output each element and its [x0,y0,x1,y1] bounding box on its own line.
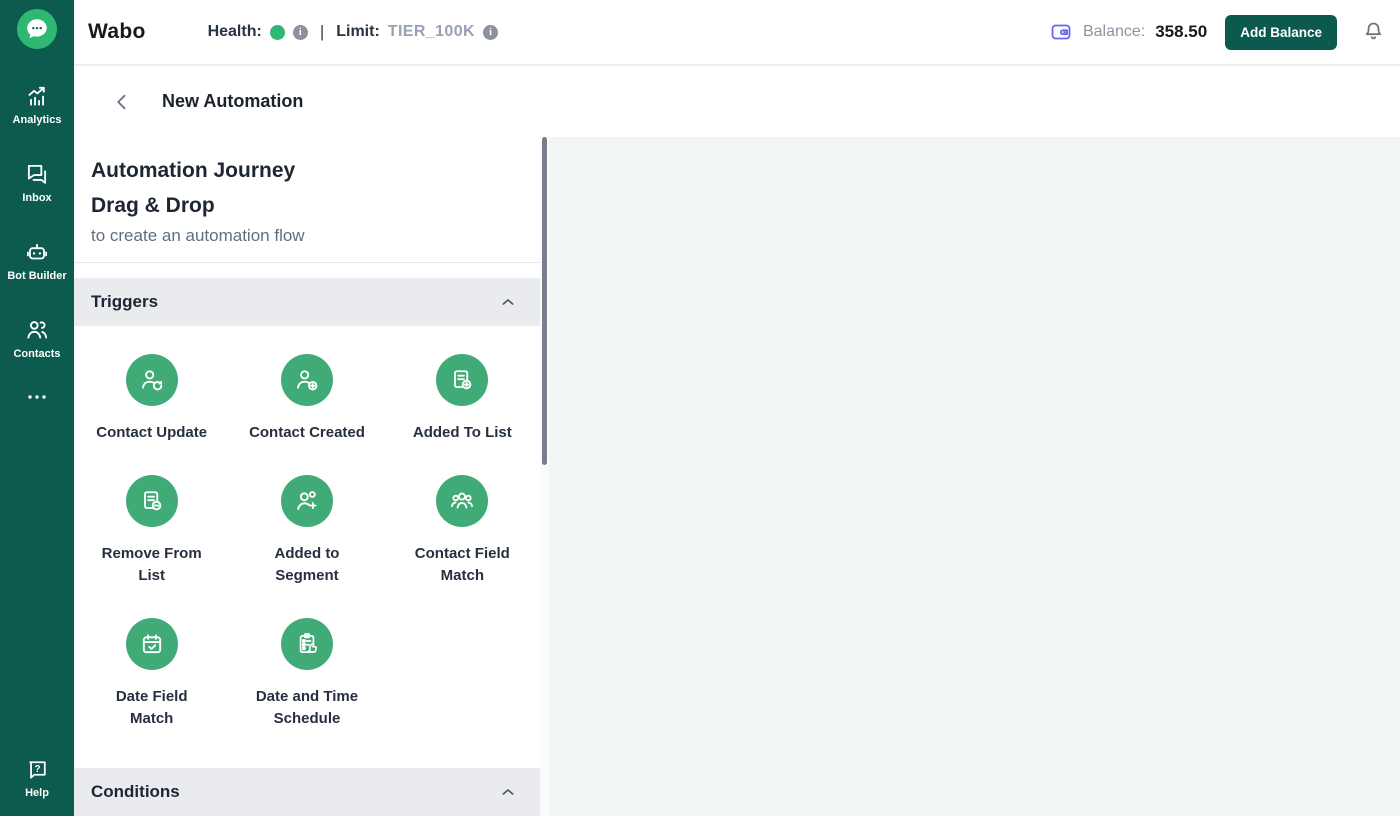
chevron-up-icon [502,789,514,795]
date-field-match-icon [125,618,178,670]
notifications-button[interactable] [1361,17,1386,47]
panel-subtitle: to create an automation flow [91,226,305,245]
panel-divider [74,262,540,263]
svg-text:?: ? [34,764,40,775]
balance-label: Balance: [1082,23,1146,40]
panel-scrollbar-track[interactable] [540,137,549,816]
added-to-segment-icon [280,475,333,527]
triggers-grid: Contact Update Contact Created Added To … [74,326,540,730]
chevron-up-icon [502,299,514,305]
separator: | [319,22,325,41]
sidebar-item-bot-builder[interactable]: Bot Builder [2,239,72,283]
trigger-item-remove-from-list[interactable]: Remove From List [74,475,229,587]
sidebar-item-label: Bot Builder [7,270,67,282]
more-dots-icon [28,395,46,399]
sidebar-item-inbox[interactable]: Inbox [2,161,72,205]
page-title: New Automation [162,91,304,111]
date-time-schedule-icon [280,618,333,670]
sidebar-item-label: Contacts [13,348,61,360]
bot-builder-icon [26,243,48,260]
automation-elements-panel: Automation Journey Drag & Drop to create… [74,137,540,816]
panel-heading: Automation Journey Drag & Drop to create… [74,137,540,262]
limit-label: Limit: [336,23,380,40]
section-header-conditions[interactable]: Conditions [74,768,540,816]
add-balance-button[interactable]: Add Balance [1225,14,1337,50]
header-right-group: Balance: 358.50 Add Balance [1049,14,1386,50]
section-header-triggers[interactable]: Triggers [74,278,540,326]
sidebar-item-label: Inbox [22,192,52,204]
section-label: Triggers [91,292,159,311]
trigger-item-date-field-match[interactable]: Date Field Match [74,618,229,730]
trigger-item-added-to-list[interactable]: Added To List [385,354,540,444]
trigger-item-label: Contact Update [96,424,208,441]
app-root: Analytics Inbox Bot Builder Contacts ? H… [0,0,1400,816]
trigger-item-date-time-schedule[interactable]: Date and Time Schedule [229,618,384,730]
panel-title-line2: Drag & Drop [91,194,215,217]
page-subheader: New Automation [74,66,1400,137]
help-icon: ? [28,761,46,779]
trigger-item-label: Added to Segment [274,545,340,584]
limit-value: TIER_100K [387,23,475,40]
trigger-item-contact-field-match[interactable]: Contact Field Match [385,475,540,587]
health-info-icon[interactable]: i [292,24,308,40]
sidebar: Analytics Inbox Bot Builder Contacts ? H… [0,0,74,816]
trigger-item-label: Date Field Match [115,688,188,727]
panel-scrollbar-thumb[interactable] [542,137,547,465]
added-to-list-icon [436,354,489,406]
contact-field-match-icon [436,475,489,527]
top-header: Wabo Health: i | Limit: TIER_100K i Bala… [74,0,1400,66]
bell-icon [1365,22,1382,40]
sidebar-item-contacts[interactable]: Contacts [2,317,72,361]
trigger-item-label: Contact Created [249,424,365,441]
brand-title: Wabo [88,20,146,43]
analytics-icon [28,86,45,106]
wallet-icon [1051,24,1071,40]
automation-flow-canvas[interactable] [549,137,1400,816]
section-label: Conditions [91,782,180,801]
sidebar-item-help[interactable]: ? Help [2,757,72,800]
sidebar-more-button[interactable] [25,391,49,403]
panel-title-line1: Automation Journey [91,159,296,182]
health-limit-group: Health: i | Limit: TIER_100K i [208,22,498,42]
sidebar-item-analytics[interactable]: Analytics [2,83,72,127]
health-status-dot [269,24,285,40]
health-label: Health: [207,23,262,40]
main-column: Wabo Health: i | Limit: TIER_100K i Bala… [74,0,1400,816]
remove-from-list-icon [125,475,178,527]
contact-update-icon [125,354,178,406]
trigger-item-label: Date and Time Schedule [255,688,359,727]
trigger-item-label: Remove From List [101,545,202,584]
sidebar-item-label: Help [25,787,49,799]
trigger-item-contact-update[interactable]: Contact Update [74,354,229,444]
chevron-left-icon [117,94,126,109]
content-row: Automation Journey Drag & Drop to create… [74,137,1400,816]
contact-created-icon [280,354,333,406]
back-button[interactable] [112,91,132,113]
inbox-icon [27,164,47,184]
trigger-item-label: Contact Field Match [414,545,510,584]
contacts-icon [27,321,48,339]
trigger-item-label: Added To List [412,424,512,441]
limit-info-icon[interactable]: i [482,24,498,40]
app-logo[interactable] [17,9,57,49]
sidebar-item-label: Analytics [12,114,62,126]
trigger-item-added-to-segment[interactable]: Added to Segment [229,475,384,587]
chat-logo-icon [27,19,47,39]
trigger-item-contact-created[interactable]: Contact Created [229,354,384,444]
balance-value: 358.50 [1155,22,1208,41]
